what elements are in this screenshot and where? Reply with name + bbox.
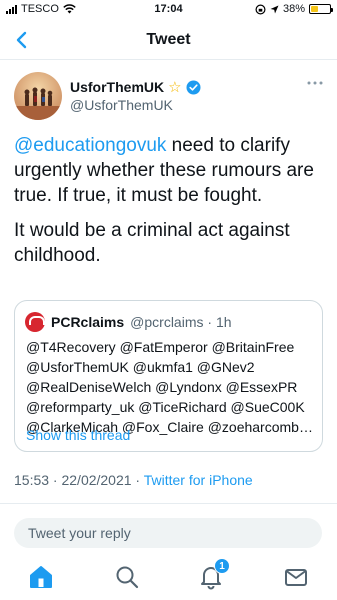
page-title: Tweet (146, 31, 191, 48)
timestamp-text: 15:53 · 22/02/2021 · (14, 472, 144, 488)
tweet-paragraph-2: It would be a criminal act against child… (14, 220, 290, 266)
source-link[interactable]: Twitter for iPhone (144, 472, 253, 488)
avatar[interactable] (14, 72, 62, 120)
more-options-icon[interactable] (307, 80, 323, 86)
rotation-lock-icon (255, 3, 266, 15)
battery-percent: 38% (282, 3, 305, 15)
status-bar: TESCO 17:04 38% (0, 0, 337, 20)
quoted-line: @T4Recovery @FatEmperor @BritainFree (26, 339, 295, 355)
quoted-tweet-text: @T4Recovery @FatEmperor @BritainFree @Us… (26, 337, 314, 437)
author-handle[interactable]: @UsforThemUK (70, 97, 173, 113)
notification-badge: 1 (214, 558, 230, 574)
reply-input[interactable]: Tweet your reply (14, 518, 322, 548)
tweet-paragraph-1: @educationgovuk need to clarify urgently… (14, 133, 327, 208)
star-emoji: ☆ (168, 79, 182, 96)
home-icon[interactable] (28, 564, 54, 590)
tweet-timestamp: 15:53 · 22/02/2021 · Twitter for iPhone (14, 472, 253, 488)
quoted-author-handle: @pcrclaims · 1h (130, 314, 232, 330)
quoted-line: @RealDeniseWelch @Lyndonx @EssexPR (26, 379, 298, 395)
messages-icon[interactable] (283, 564, 309, 590)
quoted-line: @reformparty_uk @TiceRichard @SueC00K (26, 399, 305, 415)
quoted-author-name: PCRclaims (51, 314, 125, 330)
notifications-tab[interactable]: 1 (198, 558, 230, 590)
quoted-tweet-header: PCRclaims @pcrclaims · 1h (25, 312, 232, 332)
verified-badge-icon (186, 80, 201, 94)
divider (0, 503, 337, 504)
location-arrow-icon (270, 5, 279, 13)
status-right: 38% (255, 3, 333, 15)
tweet-author: UsforThemUK ☆ @UsforThemUK (14, 72, 323, 124)
quoted-tweet-card[interactable]: PCRclaims @pcrclaims · 1h @T4Recovery @F… (14, 300, 323, 452)
tweet-text: @educationgovuk need to clarify urgently… (14, 133, 327, 278)
tab-bar: 1 (0, 558, 337, 600)
quoted-line: @UsforThemUK @ukmfa1 @GNev2 (26, 359, 255, 375)
show-thread-link[interactable]: Show this thread (26, 427, 130, 443)
author-name-row: UsforThemUK ☆ (70, 78, 201, 96)
battery-icon (309, 4, 333, 14)
author-name[interactable]: UsforThemUK (70, 79, 164, 95)
search-icon[interactable] (114, 564, 140, 590)
quoted-avatar (25, 312, 45, 332)
nav-header: Tweet (0, 20, 337, 60)
mention-link[interactable]: @educationgovuk (14, 135, 166, 156)
